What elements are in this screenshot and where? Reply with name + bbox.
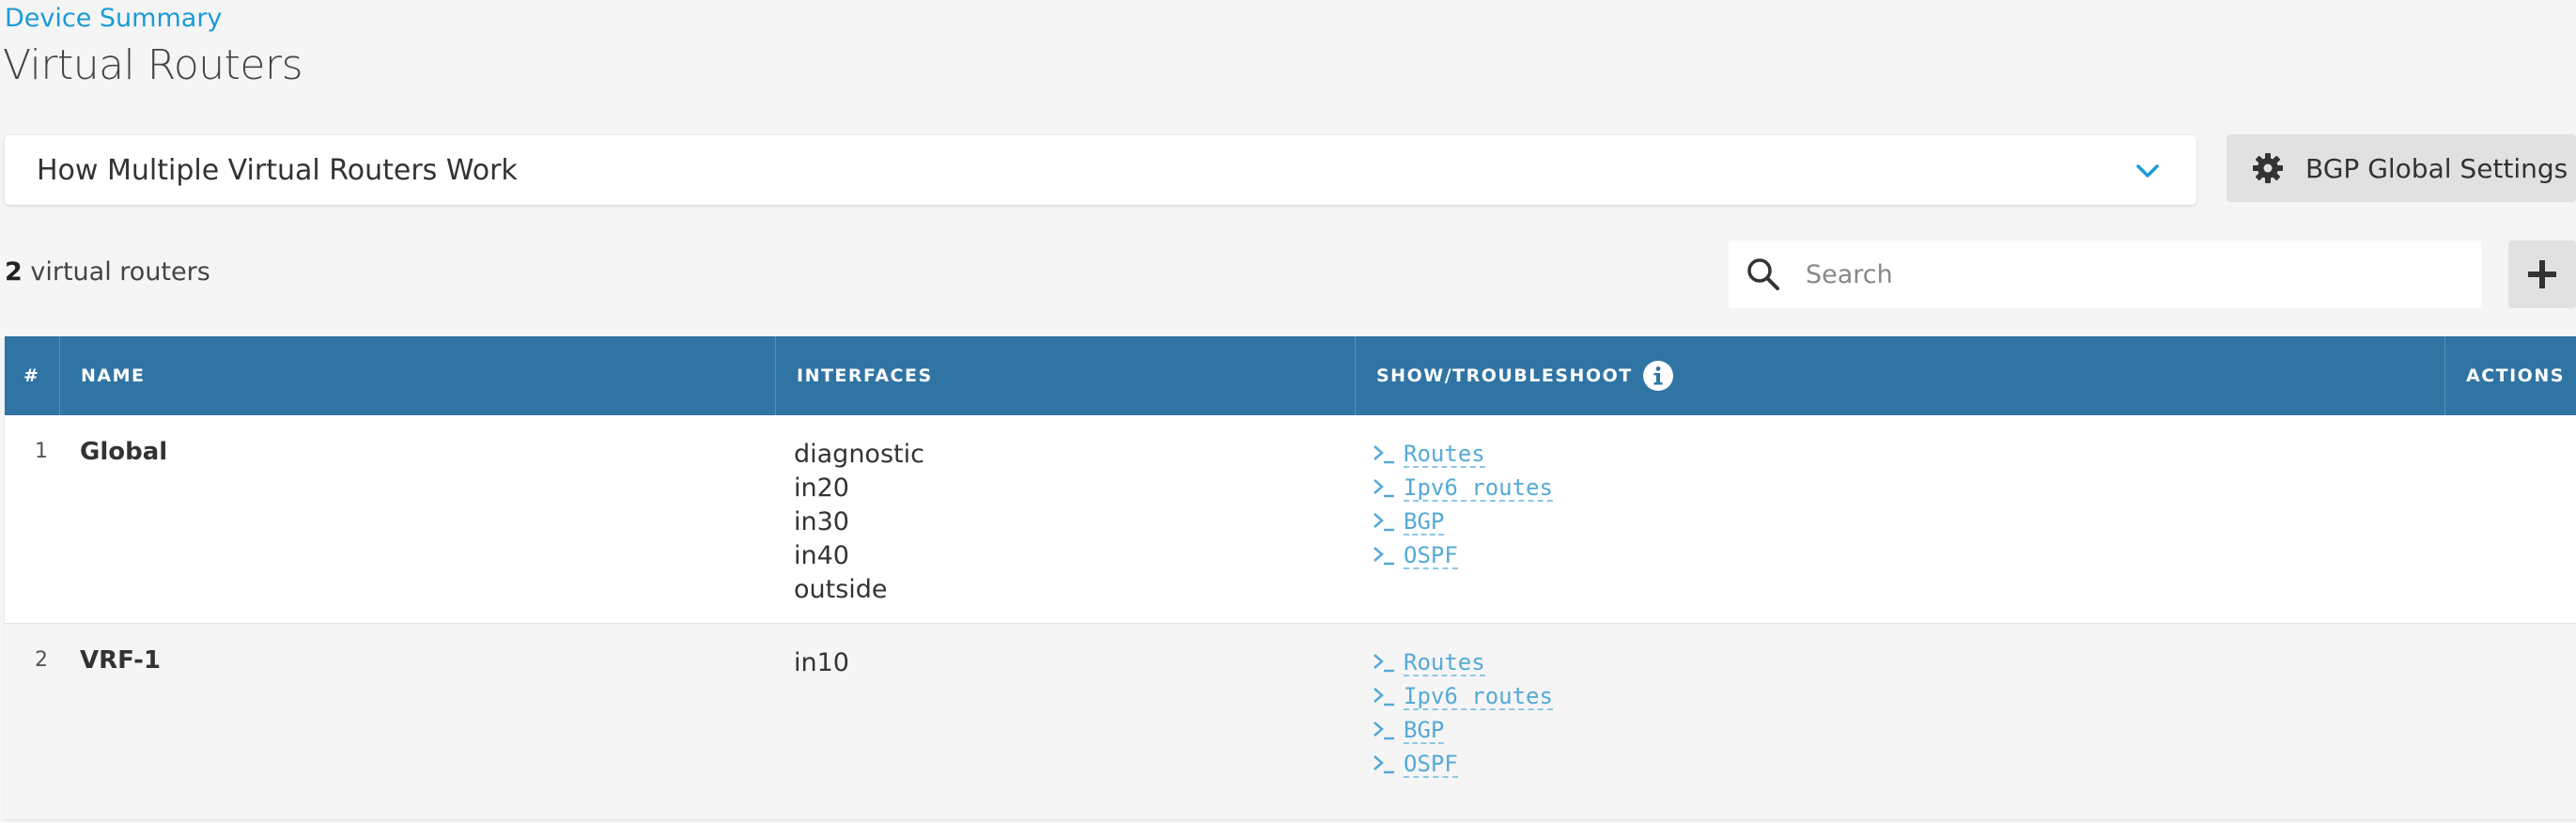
show-bgp-label: BGP xyxy=(1404,508,1445,536)
cli-prompt-icon xyxy=(1373,755,1394,774)
show-ospf-link[interactable]: OSPF xyxy=(1372,539,1553,573)
show-ipv6-routes-link[interactable]: Ipv6 routes xyxy=(1372,680,1553,714)
search-input[interactable] xyxy=(1806,259,2444,289)
interface-item: in40 xyxy=(794,541,849,570)
show-bgp-label: BGP xyxy=(1404,717,1445,744)
show-ipv6-routes-label: Ipv6 routes xyxy=(1404,474,1553,502)
cli-prompt-icon xyxy=(1373,445,1394,464)
bgp-global-settings-label: BGP Global Settings xyxy=(2305,152,2568,184)
search-icon xyxy=(1747,258,1779,290)
cli-prompt-icon xyxy=(1373,479,1394,498)
show-ospf-link[interactable]: OSPF xyxy=(1372,748,1553,782)
column-header-number: # xyxy=(23,365,40,386)
add-virtual-router-button[interactable] xyxy=(2508,241,2576,308)
info-icon[interactable] xyxy=(1642,360,1674,392)
column-header-show-troubleshoot: SHOW/TROUBLESHOOT xyxy=(1355,336,2444,415)
interface-item: diagnostic xyxy=(794,440,924,469)
breadcrumb-device-summary[interactable]: Device Summary xyxy=(5,4,222,33)
router-count-text: virtual routers xyxy=(22,257,210,287)
router-name: VRF-1 xyxy=(80,646,161,675)
row-number: 2 xyxy=(35,648,48,672)
search-box xyxy=(1729,241,2481,308)
cli-prompt-icon xyxy=(1373,654,1394,673)
table-header: # NAME INTERFACES SHOW/TROUBLESHOOT ACTI… xyxy=(5,336,2576,415)
cli-prompt-icon xyxy=(1373,722,1394,740)
virtual-routers-page: Device Summary Virtual Routers How Multi… xyxy=(0,0,2576,823)
accordion-label: How Multiple Virtual Routers Work xyxy=(37,153,518,187)
interface-item: in30 xyxy=(794,507,849,536)
router-name: Global xyxy=(80,438,168,466)
show-bgp-link[interactable]: BGP xyxy=(1372,714,1553,748)
virtual-routers-table: # NAME INTERFACES SHOW/TROUBLESHOOT ACTI… xyxy=(5,336,2576,819)
table-row: 2 VRF-1 in10 Routes Ipv6 routes BGP OSPF xyxy=(5,624,2576,819)
show-routes-link[interactable]: Routes xyxy=(1372,646,1553,680)
troubleshoot-links: Routes Ipv6 routes BGP OSPF xyxy=(1372,646,1553,782)
show-ospf-label: OSPF xyxy=(1404,542,1458,569)
row-number: 1 xyxy=(35,440,48,463)
bgp-global-settings-button[interactable]: BGP Global Settings xyxy=(2227,134,2576,202)
show-routes-label: Routes xyxy=(1404,649,1485,676)
interfaces-list: diagnostic in20 in30 in40 outside xyxy=(794,438,924,607)
chevron-down-icon xyxy=(2136,164,2159,178)
plus-icon xyxy=(2528,260,2556,288)
page-title: Virtual Routers xyxy=(3,41,303,89)
show-ospf-label: OSPF xyxy=(1404,751,1458,778)
show-routes-label: Routes xyxy=(1404,441,1485,468)
router-count: 2 virtual routers xyxy=(5,257,210,287)
interface-item: in10 xyxy=(794,648,849,677)
column-header-name: NAME xyxy=(59,336,775,415)
table-row: 1 Global diagnostic in20 in30 in40 outsi… xyxy=(5,415,2576,624)
show-routes-link[interactable]: Routes xyxy=(1372,438,1553,472)
show-bgp-link[interactable]: BGP xyxy=(1372,505,1553,539)
troubleshoot-links: Routes Ipv6 routes BGP OSPF xyxy=(1372,438,1553,573)
interface-item: outside xyxy=(794,575,888,604)
show-ipv6-routes-label: Ipv6 routes xyxy=(1404,683,1553,710)
interfaces-list: in10 xyxy=(794,646,849,680)
cli-prompt-icon xyxy=(1373,688,1394,707)
cli-prompt-icon xyxy=(1373,513,1394,532)
show-ipv6-routes-link[interactable]: Ipv6 routes xyxy=(1372,472,1553,505)
column-header-interfaces: INTERFACES xyxy=(775,336,1355,415)
router-count-number: 2 xyxy=(5,257,23,287)
how-virtual-routers-work-accordion[interactable]: How Multiple Virtual Routers Work xyxy=(5,135,2196,205)
interface-item: in20 xyxy=(794,474,849,503)
column-header-actions: ACTIONS xyxy=(2444,336,2576,415)
column-header-show-troubleshoot-label: SHOW/TROUBLESHOOT xyxy=(1376,365,1633,386)
cli-prompt-icon xyxy=(1373,547,1394,566)
gear-icon xyxy=(2253,153,2283,183)
